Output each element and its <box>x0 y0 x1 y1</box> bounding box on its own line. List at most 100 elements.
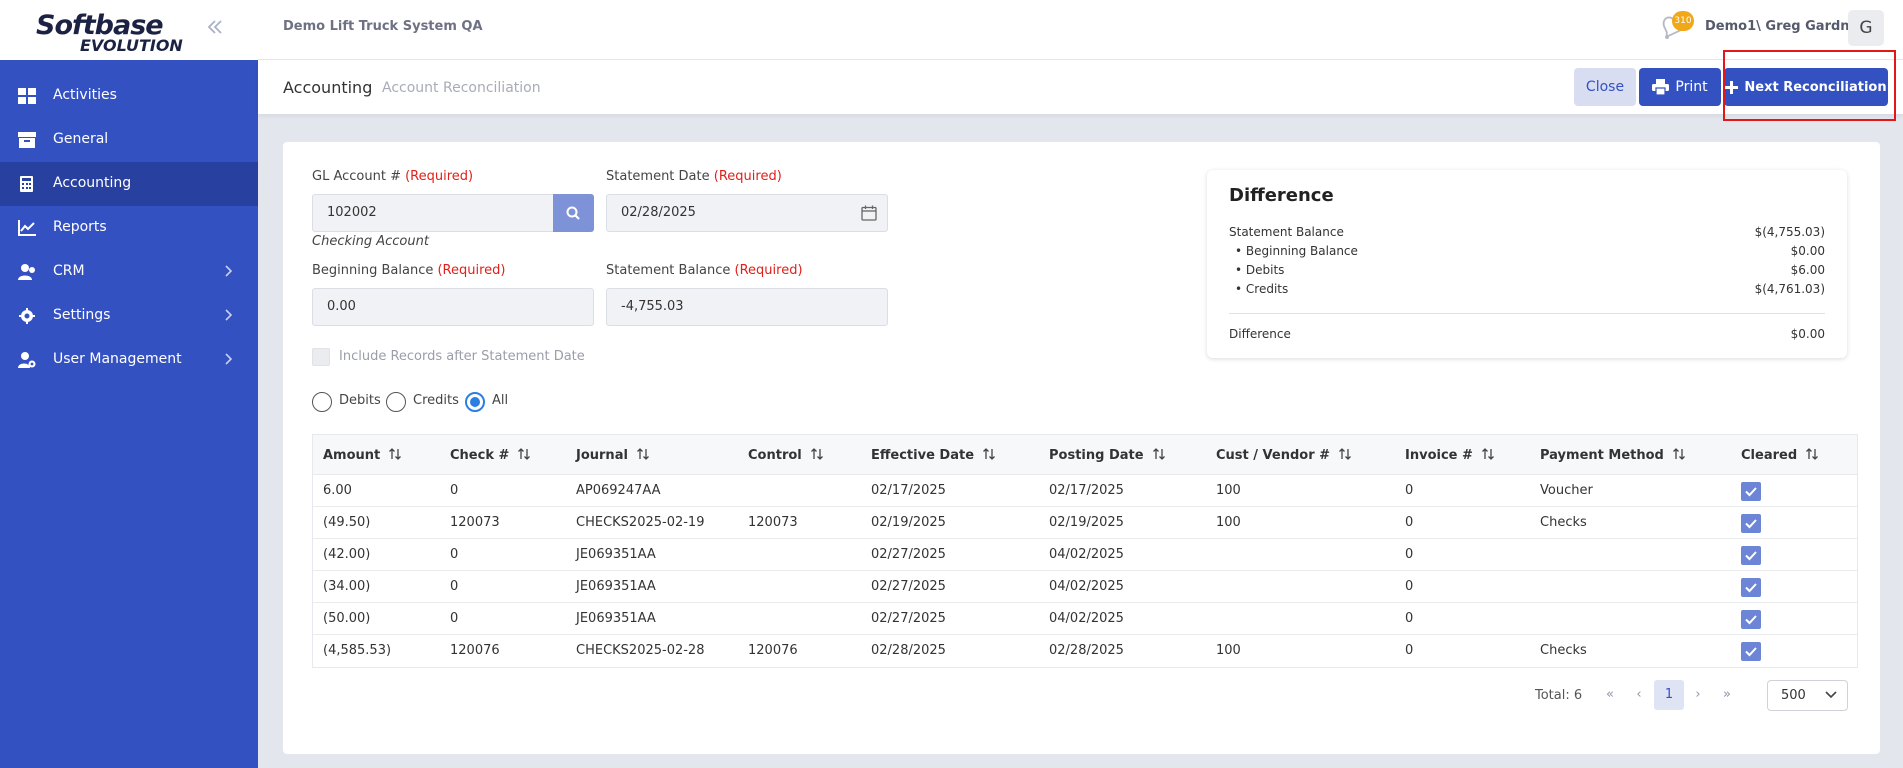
column-header-control[interactable]: Control <box>748 447 824 463</box>
table-row[interactable]: (4,585.53) 120076 CHECKS2025-02-28 120076 02… <box>313 635 1857 667</box>
user-name[interactable]: Demo1\ Greg Gardner <box>1705 19 1865 34</box>
cleared-checkbox[interactable] <box>1741 610 1761 629</box>
column-header-cleared[interactable]: Cleared <box>1741 447 1819 463</box>
cell-posting-date: 02/19/2025 <box>1049 515 1124 530</box>
sidebar-item-label: Reports <box>53 219 107 235</box>
page-size-select[interactable]: 500 <box>1767 680 1848 711</box>
calendar-icon[interactable] <box>861 205 877 221</box>
sidebar-item-general[interactable]: General <box>0 118 258 162</box>
gl-account-label: GL Account # (Required) <box>312 169 473 184</box>
avatar[interactable]: G <box>1848 10 1884 46</box>
table-row[interactable]: 6.00 0 AP069247AA 02/17/2025 02/17/2025 100 0 V… <box>313 475 1857 507</box>
cell-invoice: 0 <box>1405 515 1414 530</box>
column-header-posting-date[interactable]: Posting Date <box>1049 447 1166 463</box>
difference-total-label: Difference <box>1229 327 1291 341</box>
difference-row-value: $(4,755.03) <box>1754 225 1825 239</box>
column-header-cust-vendor[interactable]: Cust / Vendor # <box>1216 447 1352 463</box>
cell-check: 0 <box>450 547 459 562</box>
breadcrumb[interactable]: Account Reconciliation <box>382 80 541 96</box>
cleared-checkbox[interactable] <box>1741 578 1761 597</box>
cell-effective-date: 02/27/2025 <box>871 579 946 594</box>
include-records-checkbox[interactable] <box>312 348 330 366</box>
chevron-right-icon <box>225 353 233 365</box>
chevron-right-icon <box>225 265 233 277</box>
statement-date-input[interactable]: 02/28/2025 <box>606 194 888 232</box>
next-reconciliation-button[interactable]: Next Reconciliation <box>1724 68 1888 106</box>
table-row[interactable]: (34.00) 0 JE069351AA 02/27/2025 04/02/2025 0 <box>313 571 1857 603</box>
cell-cust-vendor: 100 <box>1216 515 1241 530</box>
softbase-logo[interactable]: Softbase EVOLUTION <box>34 10 184 55</box>
cell-invoice: 0 <box>1405 611 1414 626</box>
cell-amount: 6.00 <box>323 483 352 498</box>
radio-all[interactable] <box>465 392 485 412</box>
table-row[interactable]: (42.00) 0 JE069351AA 02/27/2025 04/02/2025 0 <box>313 539 1857 571</box>
table-row[interactable]: (49.50) 120073 CHECKS2025-02-19 120073 02/19… <box>313 507 1857 539</box>
difference-panel: Difference Statement Balance $(4,755.03)… <box>1207 170 1847 358</box>
close-button-label: Close <box>1585 79 1625 95</box>
column-header-check[interactable]: Check # <box>450 447 531 463</box>
difference-row-label: Statement Balance <box>1229 225 1344 239</box>
reconciliation-card: GL Account # (Required) 102002 Checking … <box>283 142 1880 754</box>
required-marker: (Required) <box>734 263 803 278</box>
sidebar-item-reports[interactable]: Reports <box>0 206 258 250</box>
cleared-checkbox[interactable] <box>1741 546 1761 565</box>
cell-cust-vendor: 100 <box>1216 643 1241 658</box>
cell-posting-date: 02/28/2025 <box>1049 643 1124 658</box>
column-header-journal[interactable]: Journal <box>576 447 650 463</box>
cleared-checkbox[interactable] <box>1741 482 1761 501</box>
cell-journal: JE069351AA <box>576 579 656 594</box>
column-header-amount[interactable]: Amount <box>323 447 402 463</box>
cleared-checkbox[interactable] <box>1741 642 1761 661</box>
last-page-button[interactable]: » <box>1712 680 1742 710</box>
cell-posting-date: 04/02/2025 <box>1049 611 1124 626</box>
cell-invoice: 0 <box>1405 579 1414 594</box>
prev-page-button[interactable]: ‹ <box>1624 680 1654 710</box>
beginning-balance-input[interactable]: 0.00 <box>312 288 594 326</box>
cell-amount: (34.00) <box>323 579 371 594</box>
close-button[interactable]: Close <box>1574 68 1636 106</box>
difference-row-label: • Debits <box>1235 263 1285 277</box>
required-marker: (Required) <box>713 169 782 184</box>
column-header-label: Control <box>748 448 802 463</box>
sidebar-item-crm[interactable]: CRM <box>0 250 258 294</box>
table-row[interactable]: (50.00) 0 JE069351AA 02/27/2025 04/02/2025 0 <box>313 603 1857 635</box>
difference-row: • Beginning Balance $0.00 <box>1229 244 1825 260</box>
page-button-1[interactable]: 1 <box>1654 680 1684 710</box>
sort-icon <box>1806 448 1819 460</box>
next-page-button[interactable]: › <box>1683 680 1713 710</box>
print-button[interactable]: Print <box>1639 68 1721 106</box>
cleared-checkbox[interactable] <box>1741 514 1761 533</box>
total-count: Total: 6 <box>1535 688 1583 703</box>
difference-total-row: Difference $0.00 <box>1229 327 1825 343</box>
radio-credits[interactable] <box>386 392 406 412</box>
first-page-button[interactable]: « <box>1595 680 1625 710</box>
sort-icon <box>983 448 995 460</box>
radio-debits[interactable] <box>312 392 332 412</box>
gl-account-search-button[interactable] <box>553 194 594 232</box>
collapse-sidebar-icon[interactable] <box>204 16 226 38</box>
sidebar-item-activities[interactable]: Activities <box>0 74 258 118</box>
sidebar-item-settings[interactable]: Settings <box>0 294 258 338</box>
next-reconciliation-label: Next Reconciliation <box>1744 79 1887 95</box>
sidebar-item-accounting[interactable]: Accounting <box>0 162 258 206</box>
sidebar-item-user-management[interactable]: User Management <box>0 338 258 382</box>
required-marker: (Required) <box>437 263 506 278</box>
page-title: Accounting <box>283 78 373 97</box>
cell-effective-date: 02/27/2025 <box>871 547 946 562</box>
column-header-invoice[interactable]: Invoice # <box>1405 447 1495 463</box>
plus-icon <box>1725 80 1739 94</box>
sidebar-item-label: CRM <box>53 263 85 279</box>
cell-amount: (42.00) <box>323 547 371 562</box>
sidebar-item-label: Settings <box>53 307 111 323</box>
sort-icon <box>810 448 823 460</box>
statement-balance-input[interactable]: -4,755.03 <box>606 288 888 326</box>
column-header-payment-method[interactable]: Payment Method <box>1540 447 1686 463</box>
statement-date-label: Statement Date (Required) <box>606 169 782 184</box>
top-bar: Demo Lift Truck System QA 310 Demo1\ Gre… <box>258 0 1903 60</box>
cell-journal: CHECKS2025-02-19 <box>576 515 705 530</box>
difference-row-value: $(4,761.03) <box>1754 282 1825 296</box>
cell-invoice: 0 <box>1405 483 1414 498</box>
gl-account-input[interactable]: 102002 <box>312 194 554 232</box>
difference-row: • Debits $6.00 <box>1229 263 1825 279</box>
column-header-effective-date[interactable]: Effective Date <box>871 447 996 463</box>
